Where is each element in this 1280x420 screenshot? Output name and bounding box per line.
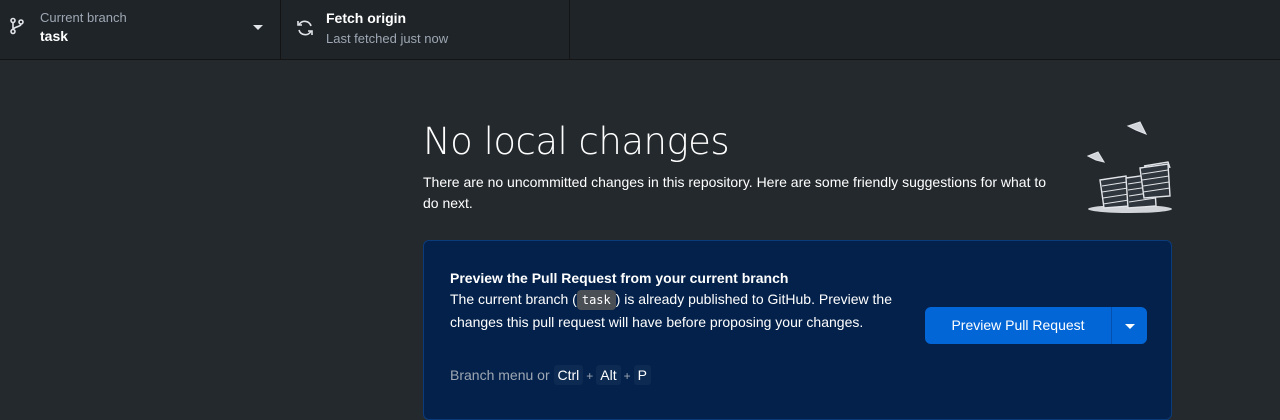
keyboard-shortcut-hint: Branch menu or Ctrl + Alt + P: [450, 365, 651, 385]
fetch-origin-button[interactable]: Fetch origin Last fetched just now: [281, 0, 570, 59]
last-fetched-status: Last fetched just now: [326, 31, 449, 46]
preview-pull-request-button-group: Preview Pull Request: [925, 307, 1147, 344]
current-branch-name: task: [40, 28, 69, 44]
no-changes-panel: No local changes There are no uncommitte…: [423, 118, 1173, 214]
sync-icon: [295, 18, 315, 38]
page-title: No local changes: [423, 120, 730, 163]
current-branch-button[interactable]: Current branch task: [0, 0, 281, 59]
chevron-down-icon: [1125, 324, 1135, 329]
hint-prefix: Branch menu or: [450, 367, 550, 383]
key-ctrl: Ctrl: [553, 365, 584, 385]
branch-code-chip: task: [576, 290, 616, 310]
fetch-origin-label: Fetch origin: [326, 10, 407, 26]
chevron-down-icon: [253, 25, 263, 30]
current-branch-label: Current branch: [40, 10, 127, 25]
key-p: P: [633, 365, 651, 385]
card-description: The current branch (task) is already pub…: [450, 288, 910, 334]
paper-stack-illustration: [1084, 118, 1176, 218]
key-plus: +: [623, 369, 631, 383]
app-toolbar: Current branch task Fetch origin Last fe…: [0, 0, 1280, 60]
preview-pull-request-button[interactable]: Preview Pull Request: [925, 307, 1112, 344]
git-branch-icon: [8, 17, 26, 35]
preview-pull-request-dropdown[interactable]: [1112, 307, 1147, 344]
card-description-start: The current branch (: [450, 291, 577, 307]
key-plus: +: [586, 369, 594, 383]
preview-pull-request-card: Preview the Pull Request from your curre…: [423, 240, 1172, 420]
page-description: There are no uncommitted changes in this…: [423, 174, 1047, 211]
card-title: Preview the Pull Request from your curre…: [450, 270, 789, 286]
key-alt: Alt: [596, 365, 621, 385]
